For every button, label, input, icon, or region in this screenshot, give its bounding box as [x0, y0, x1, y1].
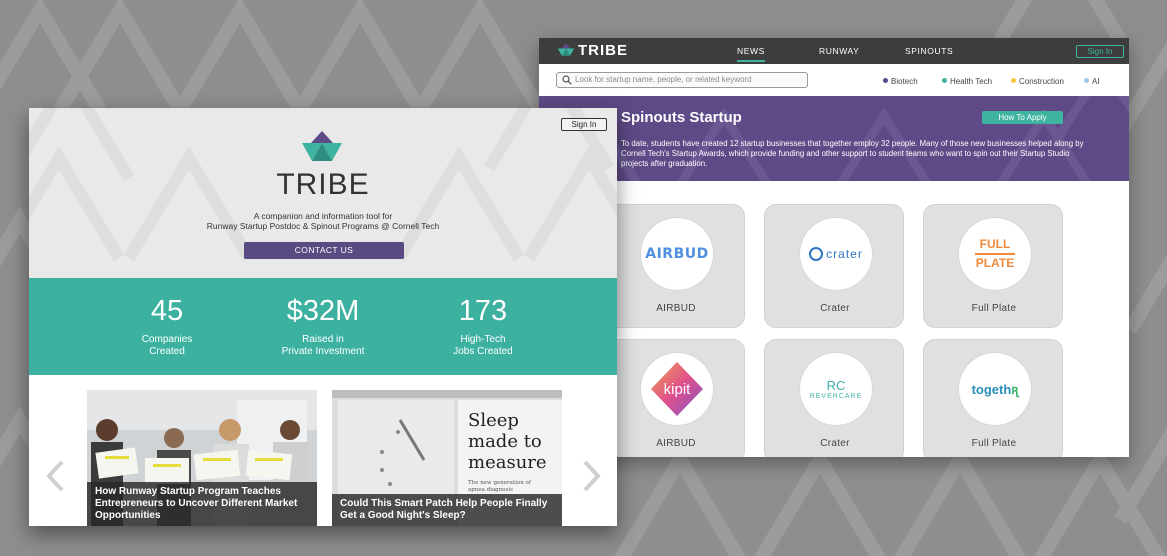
stat-value: $32M	[286, 295, 360, 327]
startup-name: Crater	[820, 303, 850, 314]
full-plate-logo-text: FULL	[979, 237, 1011, 251]
fork-icon	[975, 253, 1015, 255]
hero-description: To date, students have created 12 startu…	[621, 139, 1084, 168]
tab-news[interactable]: NEWS	[737, 46, 765, 62]
chevron-right-icon[interactable]	[580, 459, 602, 493]
nav-brand[interactable]: TRIBE	[578, 42, 628, 59]
spinouts-hero: Spinouts Startup How To Apply To date, s…	[539, 96, 1129, 181]
stat-label-line-2: Created	[149, 346, 185, 357]
search-placeholder: Look for startup name, people, or relate…	[575, 75, 752, 84]
startup-card-together[interactable]: togeth ꭆ Full Plate	[923, 339, 1063, 457]
filter-ai[interactable]: AI	[1084, 77, 1100, 86]
filter-biotech[interactable]: Biotech	[883, 77, 918, 86]
startup-card-kipit[interactable]: kipit AIRBUD	[605, 339, 745, 457]
article-caption: How Runway Startup Program Teaches Entre…	[87, 482, 317, 526]
article-caption: Could This Smart Patch Help People Final…	[332, 494, 562, 526]
filter-label: Health Tech	[950, 77, 993, 86]
magazine-subtitle: The new generation of apnea diagnosis	[468, 480, 531, 493]
stat-label: Raised in Private Investment	[243, 334, 403, 358]
sign-in-button[interactable]: Sign In	[561, 118, 607, 131]
full-plate-logo-text-2: PLATE	[975, 256, 1015, 270]
startup-card-revercare[interactable]: RC REVERCARE Crater	[764, 339, 904, 457]
startup-logo: togeth ꭆ	[959, 353, 1031, 425]
home-hero: Sign In TRIBE A companion and informatio…	[29, 108, 617, 278]
stat-label-line-1: Raised in	[302, 334, 344, 345]
tribe-logo-icon	[557, 43, 575, 56]
how-to-apply-button[interactable]: How To Apply	[982, 111, 1063, 124]
articles-carousel: How Runway Startup Program Teaches Entre…	[29, 375, 617, 526]
startup-logo: kipit	[641, 353, 713, 425]
health-tech-dot-icon	[942, 78, 947, 83]
search-row: Look for startup name, people, or relate…	[539, 64, 1129, 96]
startup-logo: RC REVERCARE	[800, 353, 872, 425]
revercare-logo-text: REVERCARE	[809, 392, 863, 400]
construction-dot-icon	[1011, 78, 1016, 83]
revercare-monogram: RC	[826, 377, 846, 393]
startup-card-full-plate[interactable]: FULL PLATE Full Plate	[923, 204, 1063, 328]
contact-us-button[interactable]: CONTACT US	[244, 242, 404, 259]
startup-name: Full Plate	[971, 303, 1017, 314]
stat-companies: 45 Companies Created	[87, 278, 247, 358]
page-title: Spinouts Startup	[621, 109, 742, 126]
filter-label: Construction	[1019, 77, 1064, 86]
spinouts-window: TRIBE NEWS RUNWAY SPINOUTS Sign In Look …	[539, 38, 1129, 457]
stat-value: 45	[150, 295, 184, 327]
top-nav: TRIBE NEWS RUNWAY SPINOUTS Sign In	[539, 38, 1129, 64]
startup-name: Crater	[820, 438, 850, 449]
tagline-line-2: Runway Startup Postdoc & Spinout Program…	[206, 221, 440, 231]
tribe-logo-icon	[302, 131, 342, 161]
startup-card-airbud[interactable]: AIRBUD AIRBUD	[605, 204, 745, 328]
filter-construction[interactable]: Construction	[1011, 77, 1064, 86]
startup-name: AIRBUD	[656, 438, 696, 449]
startup-logo: FULL PLATE	[959, 218, 1031, 290]
ai-dot-icon	[1084, 78, 1089, 83]
stat-label: Companies Created	[87, 334, 247, 358]
together-accent: ꭆ	[1011, 382, 1019, 397]
kipit-logo-text: kipit	[663, 380, 691, 398]
stat-investment: $32M Raised in Private Investment	[243, 278, 403, 358]
tab-spinouts[interactable]: SPINOUTS	[905, 46, 953, 56]
filter-label: Biotech	[891, 77, 918, 86]
article-card-runway[interactable]: How Runway Startup Program Teaches Entre…	[87, 390, 317, 526]
startup-name: Full Plate	[971, 438, 1017, 449]
search-input[interactable]: Look for startup name, people, or relate…	[556, 72, 808, 88]
stat-label: High-Tech Jobs Created	[403, 334, 563, 358]
brand-title: TRIBE	[276, 168, 370, 201]
search-icon	[562, 75, 572, 85]
filter-health-tech[interactable]: Health Tech	[942, 77, 992, 86]
tagline-line-1: A companion and information tool for	[253, 211, 393, 221]
tab-runway[interactable]: RUNWAY	[819, 46, 859, 56]
magazine-title: Sleep made to measure	[468, 410, 547, 473]
sign-in-button[interactable]: Sign In	[1076, 45, 1124, 58]
biotech-dot-icon	[883, 78, 888, 83]
stat-label-line-2: Jobs Created	[453, 346, 513, 357]
crater-logo-text: crater	[826, 247, 863, 261]
filter-label: AI	[1092, 77, 1100, 86]
startup-logo: crater	[800, 218, 872, 290]
stat-value: 173	[458, 295, 508, 327]
stat-label-line-1: Companies	[141, 334, 193, 345]
startup-card-crater[interactable]: crater Crater	[764, 204, 904, 328]
crater-c-icon	[809, 247, 824, 261]
stat-label-line-1: High-Tech	[460, 334, 506, 345]
tagline: A companion and information tool for Run…	[29, 211, 617, 231]
stats-band: 45 Companies Created $32M Raised in Priv…	[29, 278, 617, 375]
startup-logo: AIRBUD	[641, 218, 713, 290]
stat-label-line-2: Private Investment	[281, 346, 365, 357]
article-card-sleep-patch[interactable]: Sleep made to measure The new generation…	[332, 390, 562, 526]
together-logo-text: togeth	[971, 381, 1012, 397]
startup-name: AIRBUD	[656, 303, 696, 314]
home-window: Sign In TRIBE A companion and informatio…	[29, 108, 617, 526]
stat-jobs: 173 High-Tech Jobs Created	[403, 278, 563, 358]
airbud-logo-text: AIRBUD	[645, 246, 709, 262]
chevron-left-icon[interactable]	[45, 459, 67, 493]
